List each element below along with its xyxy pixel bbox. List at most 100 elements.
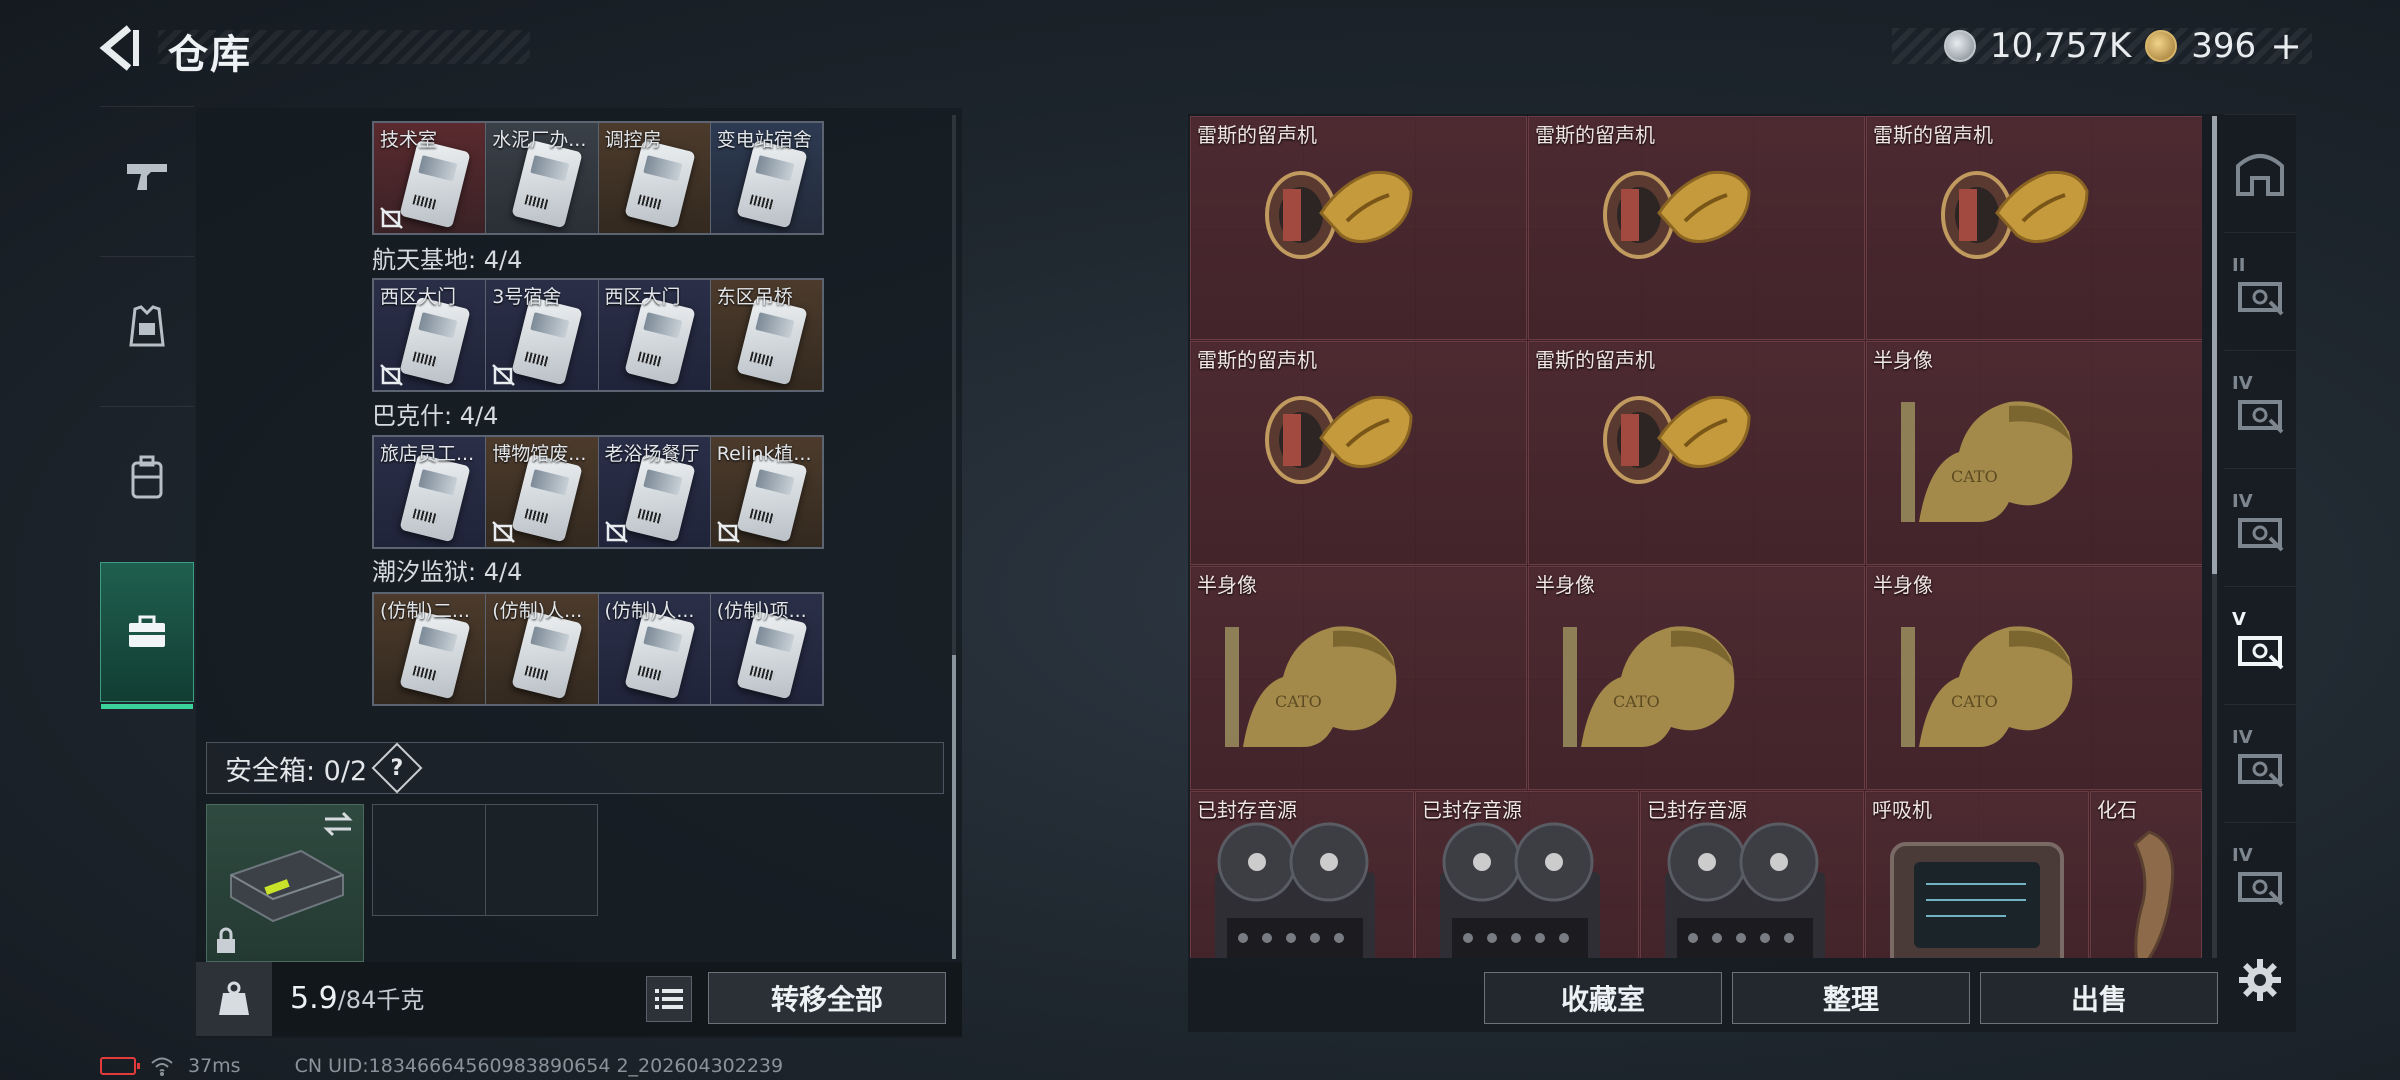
stash-item[interactable]: 雷斯的留声机	[1190, 116, 1527, 340]
gramophone-icon	[1265, 395, 1413, 484]
key-card-item[interactable]: 变电站宿舍	[710, 123, 822, 233]
weight-max: /84千克	[337, 986, 425, 1014]
key-card-icon	[623, 610, 696, 700]
stash-item[interactable]: 半身像 CATO	[1528, 566, 1865, 790]
key-card-item[interactable]: 老浴场餐厅	[598, 437, 711, 547]
help-icon[interactable]: ?	[371, 742, 423, 794]
add-currency-button[interactable]: +	[2270, 24, 2302, 68]
nav-weapons[interactable]	[100, 106, 194, 246]
key-card-item[interactable]: (仿制)人...	[598, 594, 711, 704]
container-tab[interactable]: IV	[2224, 822, 2296, 940]
back-button[interactable]	[96, 22, 146, 74]
key-card-icon	[736, 139, 808, 229]
right-container-nav: II IV IV V IV IV	[2224, 114, 2296, 954]
gramophone-icon	[1603, 395, 1751, 484]
stash-item[interactable]: 已封存音源	[1190, 791, 1414, 958]
key-card-item[interactable]: (仿制)人...	[486, 594, 599, 704]
stash-item[interactable]: 呼吸机	[1865, 791, 2089, 958]
key-card-row: 旅店员工... 博物馆废... 老浴场餐厅 Relink植...	[372, 435, 824, 549]
weight-button[interactable]	[196, 962, 272, 1036]
list-view-button[interactable]	[646, 976, 692, 1022]
key-card-label: 旅店员工...	[380, 443, 475, 465]
nav-backpack[interactable]	[100, 406, 194, 546]
stash-item[interactable]: 雷斯的留声机	[1190, 341, 1527, 565]
container-tab[interactable]: IV	[2224, 350, 2296, 468]
key-card-item[interactable]: 技术室	[374, 123, 487, 233]
item-name: 雷斯的留声机	[1535, 348, 1655, 372]
tape-recorder-icon	[1665, 822, 1825, 958]
ventilator-icon	[1890, 842, 2064, 958]
key-card-icon	[623, 453, 696, 543]
key-card-item[interactable]: 西区大门	[374, 280, 487, 390]
container-tab[interactable]: V	[2224, 586, 2296, 704]
key-card-label: (仿制)人...	[492, 600, 583, 622]
key-card-item[interactable]: Relink植...	[710, 437, 822, 547]
container-tab[interactable]: IV	[2224, 468, 2296, 586]
key-card-icon	[736, 610, 808, 700]
key-card-item[interactable]: 博物馆废...	[486, 437, 599, 547]
key-card-item[interactable]: 旅店员工...	[374, 437, 487, 547]
nav-toolbox[interactable]	[100, 562, 194, 709]
stash-item[interactable]: 化石	[2090, 791, 2202, 958]
organize-button[interactable]: 整理	[1732, 972, 1970, 1024]
right-scrollbar-thumb[interactable]	[2212, 116, 2217, 574]
key-card-item[interactable]: 东区吊桥	[710, 280, 822, 390]
left-scrollbar-thumb[interactable]	[952, 655, 956, 959]
stash-item[interactable]: 已封存音源	[1640, 791, 1864, 958]
weapon-icon	[127, 163, 167, 190]
sell-button[interactable]: 出售	[1980, 972, 2218, 1024]
key-card-label: 变电站宿舍	[716, 129, 812, 151]
safebox-item[interactable]	[206, 804, 364, 962]
silver-coin-icon	[1943, 30, 1976, 62]
key-card-row: (仿制)二... (仿制)人... (仿制)人... (仿制)项...	[372, 592, 824, 706]
item-name: 半身像	[1535, 573, 1595, 597]
container-tier-label: V	[2232, 609, 2246, 630]
svg-text:CATO: CATO	[1275, 692, 1322, 711]
nav-armor[interactable]	[100, 256, 194, 396]
safebox-slot[interactable]	[486, 805, 598, 915]
stash-item[interactable]: 半身像 CATO	[1866, 341, 2202, 565]
key-card-label: 老浴场餐厅	[604, 443, 700, 465]
key-card-item[interactable]: 调控房	[598, 123, 711, 233]
stash-item[interactable]: 半身像 CATO	[1866, 566, 2202, 790]
key-card-label: 3号宿舍	[492, 286, 562, 308]
stash-item[interactable]: 半身像 CATO	[1190, 566, 1527, 790]
swap-icon[interactable]	[321, 811, 355, 837]
key-card-icon	[511, 139, 583, 229]
container-tab[interactable]: II	[2224, 232, 2296, 350]
item-name: 化石	[2097, 798, 2137, 822]
weight-value: 5.9	[290, 981, 338, 1016]
bust-icon: CATO	[1563, 626, 1735, 747]
weight-icon	[219, 981, 249, 1015]
key-card-icon	[623, 296, 696, 386]
transfer-all-button[interactable]: 转移全部	[708, 972, 946, 1024]
key-card-icon	[511, 610, 583, 700]
tape-recorder-icon	[1215, 822, 1375, 958]
key-card-item[interactable]: (仿制)二...	[374, 594, 487, 704]
stash-item-grid: 雷斯的留声机 雷斯的留声机 雷斯的留声机 雷斯的留声机 雷斯的留声机 半身像 CATO 半身像…	[1190, 116, 2202, 958]
backpack-icon	[131, 455, 163, 498]
no-trade-icon	[492, 521, 516, 543]
group-label: 潮汐监狱: 4/4	[372, 558, 523, 586]
collection-room-button[interactable]: 收藏室	[1484, 972, 1722, 1024]
key-card-icon	[399, 296, 471, 386]
key-card-icon	[623, 139, 696, 229]
wifi-icon	[151, 1057, 173, 1076]
stash-item[interactable]: 雷斯的留声机	[1866, 116, 2202, 340]
safebox-slot[interactable]	[373, 805, 486, 915]
container-tab[interactable]	[2224, 114, 2296, 232]
key-card-item[interactable]: (仿制)项...	[710, 594, 822, 704]
key-card-item[interactable]: 3号宿舍	[486, 280, 599, 390]
stash-item[interactable]: 雷斯的留声机	[1528, 116, 1865, 340]
stash-item[interactable]: 雷斯的留声机	[1528, 341, 1865, 565]
key-card-item[interactable]: 西区大门	[598, 280, 711, 390]
key-card-item[interactable]: 水泥厂办...	[486, 123, 599, 233]
svg-text:CATO: CATO	[1951, 467, 1998, 486]
no-trade-icon	[380, 207, 403, 229]
stash-item[interactable]: 已封存音源	[1415, 791, 1639, 958]
gramophone-icon	[1265, 170, 1413, 259]
item-name: 呼吸机	[1872, 798, 1932, 822]
settings-button[interactable]	[2230, 950, 2290, 1010]
safebox-header: 安全箱: 0/2 ?	[206, 742, 944, 794]
container-tab[interactable]: IV	[2224, 704, 2296, 822]
